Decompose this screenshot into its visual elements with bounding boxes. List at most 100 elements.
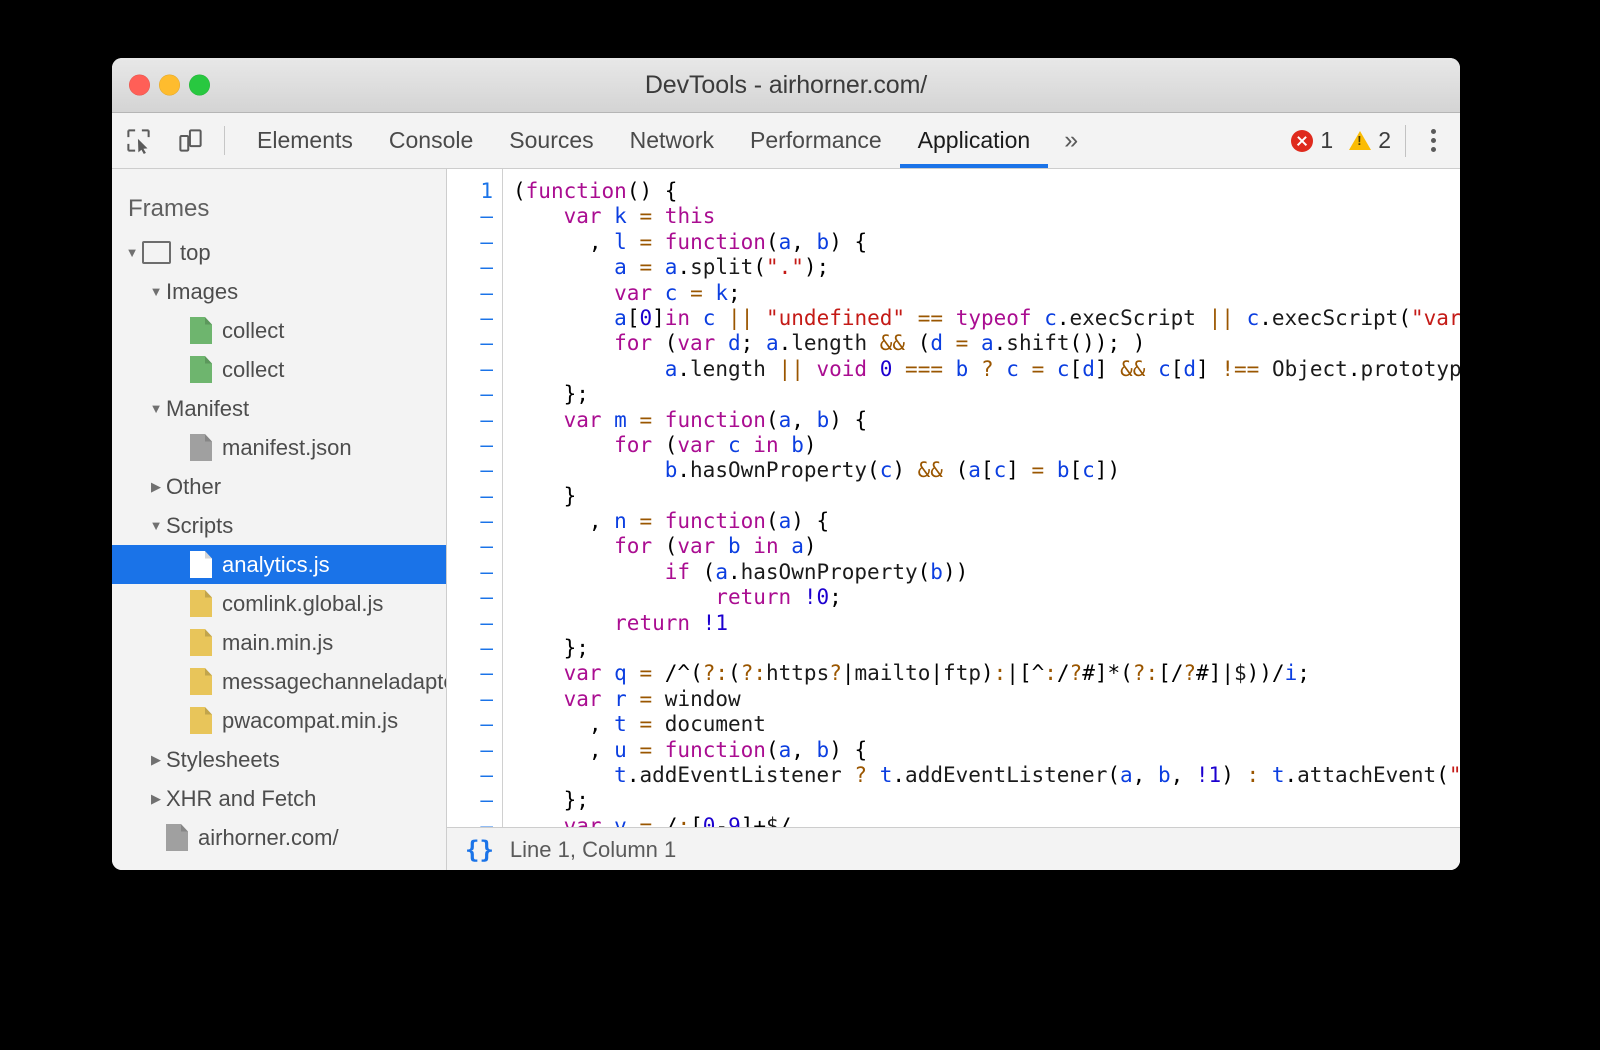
tab-console[interactable]: Console [371, 113, 491, 168]
tree-item[interactable]: manifest.json [112, 428, 446, 467]
toolbar-right-group: 1 2 [1283, 113, 1460, 168]
line-number: – [447, 306, 502, 331]
tab-network[interactable]: Network [612, 113, 732, 168]
frames-tree: ▼top▼Images collect collect▼Manifest man… [112, 233, 446, 857]
warning-counter[interactable]: 2 [1341, 127, 1399, 154]
twisty-expanded-icon[interactable]: ▼ [146, 402, 166, 415]
code-line: var c = k; [513, 281, 1460, 306]
warning-icon [1349, 131, 1371, 150]
file-icon [190, 590, 212, 617]
error-counter[interactable]: 1 [1283, 127, 1341, 154]
frame-icon [142, 241, 171, 264]
twisty-collapsed-icon[interactable]: ▶ [146, 792, 166, 805]
tree-item[interactable]: ▶Stylesheets [112, 740, 446, 779]
code-line: (function() { [513, 179, 1460, 204]
code-line: for (var d; a.length && (d = a.shift());… [513, 331, 1460, 356]
line-number: – [447, 560, 502, 585]
code-line: var q = /^(?:(?:https?|mailto|ftp):|[^:/… [513, 661, 1460, 686]
tree-item[interactable]: ▼Scripts [112, 506, 446, 545]
file-icon [190, 317, 212, 344]
tree-item-label: collect [222, 318, 284, 344]
more-tabs-button[interactable]: » [1048, 113, 1094, 168]
code-line: var m = function(a, b) { [513, 408, 1460, 433]
code-line: for (var b in a) [513, 534, 1460, 559]
tree-item-label: Other [166, 474, 221, 500]
line-number: – [447, 230, 502, 255]
error-icon [1291, 130, 1313, 152]
tree-item[interactable]: ▼Manifest [112, 389, 446, 428]
frames-sidebar[interactable]: Frames ▼top▼Images collect collect▼Manif… [112, 169, 447, 870]
code-line: }; [513, 382, 1460, 407]
devtools-toolbar: Elements Console Sources Network Perform… [112, 113, 1460, 169]
file-icon [190, 434, 212, 461]
devtools-window: DevTools - airhorner.com/ Elements Conso… [112, 58, 1460, 870]
line-number: – [447, 458, 502, 483]
line-number: – [447, 738, 502, 763]
twisty-spacer [170, 363, 190, 376]
line-number: – [447, 534, 502, 559]
tree-item[interactable]: ▼Images [112, 272, 446, 311]
tree-item[interactable]: ▼top [112, 233, 446, 272]
twisty-spacer [170, 714, 190, 727]
tab-elements[interactable]: Elements [239, 113, 371, 168]
tab-application[interactable]: Application [900, 113, 1049, 168]
twisty-expanded-icon[interactable]: ▼ [146, 519, 166, 532]
tree-item-label: collect [222, 357, 284, 383]
twisty-expanded-icon[interactable]: ▼ [146, 285, 166, 298]
kebab-dot [1431, 138, 1436, 143]
twisty-spacer [170, 558, 190, 571]
source-editor-pane: 1––––––––––––––––––––––––– (function() {… [447, 169, 1460, 870]
kebab-menu-icon[interactable] [1416, 129, 1450, 152]
code-line: , n = function(a) { [513, 509, 1460, 534]
tree-item[interactable]: messagechanneladapter.js [112, 662, 446, 701]
devtools-tab-strip: Elements Console Sources Network Perform… [239, 113, 1094, 168]
error-count: 1 [1320, 127, 1333, 154]
code-line: b.hasOwnProperty(c) && (a[c] = b[c]) [513, 458, 1460, 483]
tree-item[interactable]: main.min.js [112, 623, 446, 662]
tree-item-label: comlink.global.js [222, 591, 383, 617]
code-line: } [513, 484, 1460, 509]
code-line: var r = window [513, 687, 1460, 712]
source-code[interactable]: (function() { var k = this , l = functio… [503, 169, 1460, 827]
warning-count: 2 [1378, 127, 1391, 154]
close-window-button[interactable] [129, 75, 150, 96]
file-icon [190, 629, 212, 656]
code-line: var k = this [513, 204, 1460, 229]
tree-item[interactable]: analytics.js [112, 545, 446, 584]
twisty-collapsed-icon[interactable]: ▶ [146, 480, 166, 493]
line-number: – [447, 636, 502, 661]
line-number: – [447, 611, 502, 636]
tree-item-label: airhorner.com/ [198, 825, 339, 851]
tree-item-label: Images [166, 279, 238, 305]
tree-item[interactable]: pwacompat.min.js [112, 701, 446, 740]
line-number: – [447, 712, 502, 737]
twisty-collapsed-icon[interactable]: ▶ [146, 753, 166, 766]
devtools-content: Frames ▼top▼Images collect collect▼Manif… [112, 169, 1460, 870]
minimize-window-button[interactable] [159, 75, 180, 96]
file-icon [190, 551, 212, 578]
window-titlebar: DevTools - airhorner.com/ [112, 58, 1460, 113]
maximize-window-button[interactable] [189, 75, 210, 96]
line-number-gutter: 1––––––––––––––––––––––––– [447, 169, 503, 827]
toolbar-divider-right [1405, 125, 1406, 157]
tree-item[interactable]: collect [112, 350, 446, 389]
line-number: – [447, 484, 502, 509]
device-toolbar-icon[interactable] [164, 113, 216, 168]
tab-performance[interactable]: Performance [732, 113, 900, 168]
tree-item[interactable]: ▶XHR and Fetch [112, 779, 446, 818]
twisty-expanded-icon[interactable]: ▼ [122, 246, 142, 259]
code-line: t.addEventListener ? t.addEventListener(… [513, 763, 1460, 788]
inspect-element-icon[interactable] [112, 113, 164, 168]
tree-item[interactable]: airhorner.com/ [112, 818, 446, 857]
line-number: – [447, 255, 502, 280]
tree-item-label: Scripts [166, 513, 233, 539]
tab-sources[interactable]: Sources [491, 113, 611, 168]
tree-item[interactable]: ▶Other [112, 467, 446, 506]
code-line: return !1 [513, 611, 1460, 636]
pretty-print-icon[interactable]: {} [465, 836, 494, 864]
line-number: – [447, 509, 502, 534]
window-title: DevTools - airhorner.com/ [645, 71, 927, 100]
tree-item[interactable]: comlink.global.js [112, 584, 446, 623]
tree-item[interactable]: collect [112, 311, 446, 350]
line-number: – [447, 382, 502, 407]
